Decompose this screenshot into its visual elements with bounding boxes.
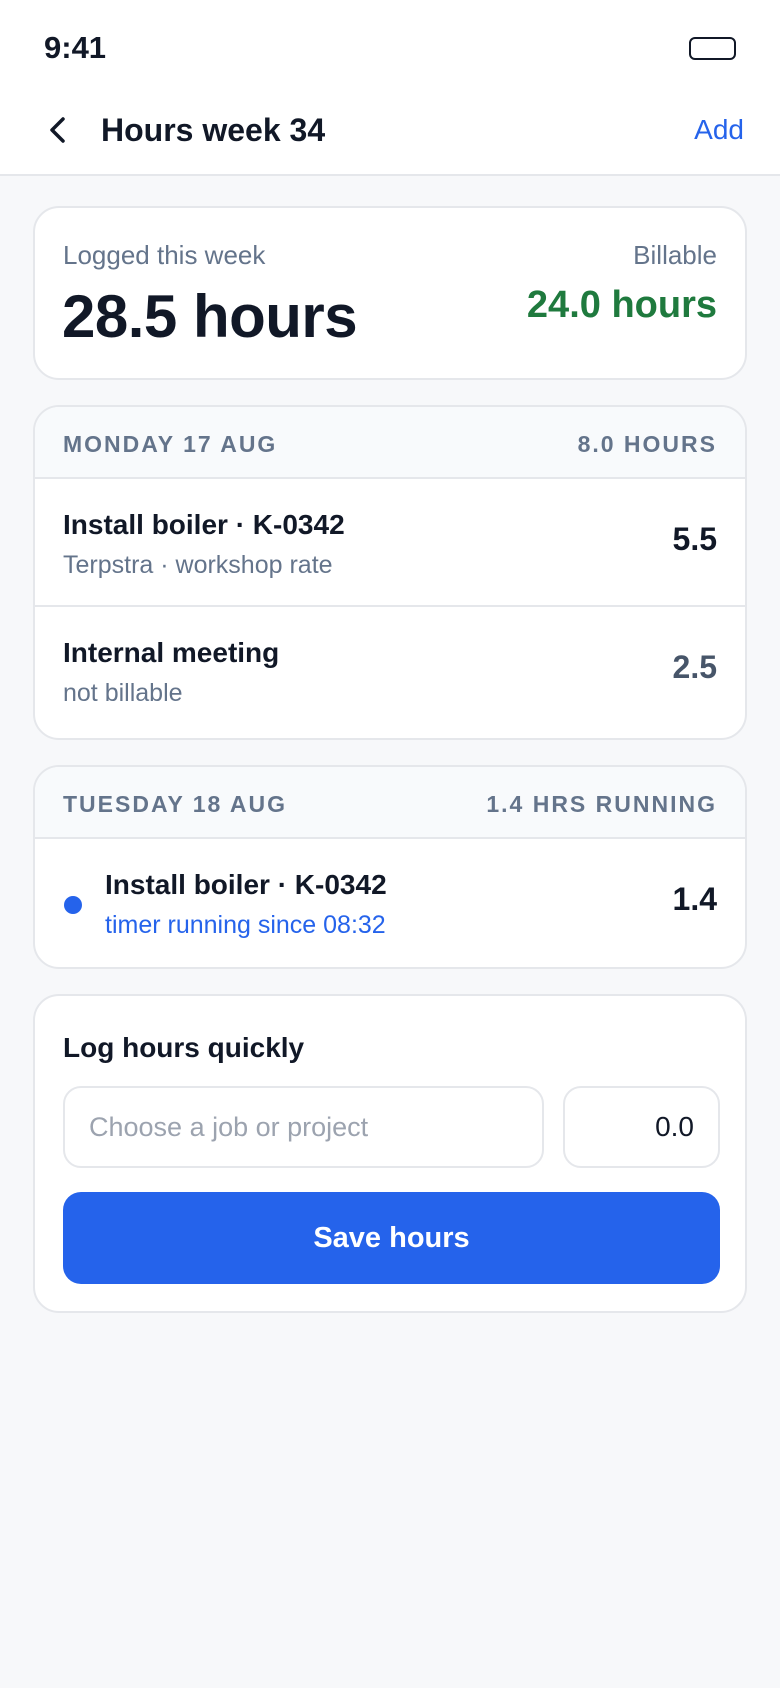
quick-log-card: Log hours quickly Save hours xyxy=(33,994,747,1313)
back-button[interactable] xyxy=(36,108,80,152)
save-hours-button[interactable]: Save hours xyxy=(63,1192,720,1284)
battery-icon xyxy=(689,37,736,60)
billable-label: Billable xyxy=(633,240,717,270)
nav-bar: Hours week 34 Add xyxy=(0,88,780,176)
page-title: Hours week 34 xyxy=(101,112,326,148)
entry-hours: 1.4 xyxy=(672,881,717,917)
quick-log-title: Log hours quickly xyxy=(63,1032,305,1063)
entry-hours: 5.5 xyxy=(672,521,717,557)
day-title: TUESDAY 18 AUG xyxy=(63,791,287,817)
status-time: 9:41 xyxy=(44,30,107,65)
entry-title: Install boiler · K-0342 xyxy=(105,869,387,900)
day-total: 8.0 HOURS xyxy=(577,431,717,457)
chevron-left-icon xyxy=(50,117,65,143)
week-summary-card: Logged this week 28.5 hours Billable 24.… xyxy=(33,206,747,380)
time-entry[interactable]: Install boiler · K-0342 Terpstra · works… xyxy=(35,479,745,607)
day-title: MONDAY 17 AUG xyxy=(63,431,278,457)
running-time-entry[interactable]: Install boiler · K-0342 timer running si… xyxy=(35,839,745,967)
entry-title: Install boiler · K-0342 xyxy=(63,509,345,540)
entry-subtitle: Terpstra · workshop rate xyxy=(63,551,333,579)
hours-input[interactable] xyxy=(563,1086,720,1168)
entry-subtitle: not billable xyxy=(63,679,183,707)
status-bar: 9:41 xyxy=(0,0,780,88)
entry-title: Internal meeting xyxy=(63,637,280,668)
day-total: 1.4 HRS RUNNING xyxy=(486,791,717,817)
entry-hours: 2.5 xyxy=(672,649,717,685)
entry-subtitle: timer running since 08:32 xyxy=(105,911,386,939)
day-header: TUESDAY 18 AUG 1.4 HRS RUNNING xyxy=(35,767,745,839)
job-input[interactable] xyxy=(63,1086,544,1168)
running-dot-icon xyxy=(64,896,82,914)
add-button[interactable]: Add xyxy=(694,108,744,152)
time-entry[interactable]: Internal meeting not billable 2.5 xyxy=(35,607,745,735)
day-header: MONDAY 17 AUG 8.0 HOURS xyxy=(35,407,745,479)
day-card-tuesday: TUESDAY 18 AUG 1.4 HRS RUNNING Install b… xyxy=(33,765,747,969)
logged-label: Logged this week xyxy=(63,240,266,270)
day-card-monday: MONDAY 17 AUG 8.0 HOURS Install boiler ·… xyxy=(33,405,747,740)
logged-value: 28.5 hours xyxy=(62,283,358,350)
billable-value: 24.0 hours xyxy=(526,284,717,326)
